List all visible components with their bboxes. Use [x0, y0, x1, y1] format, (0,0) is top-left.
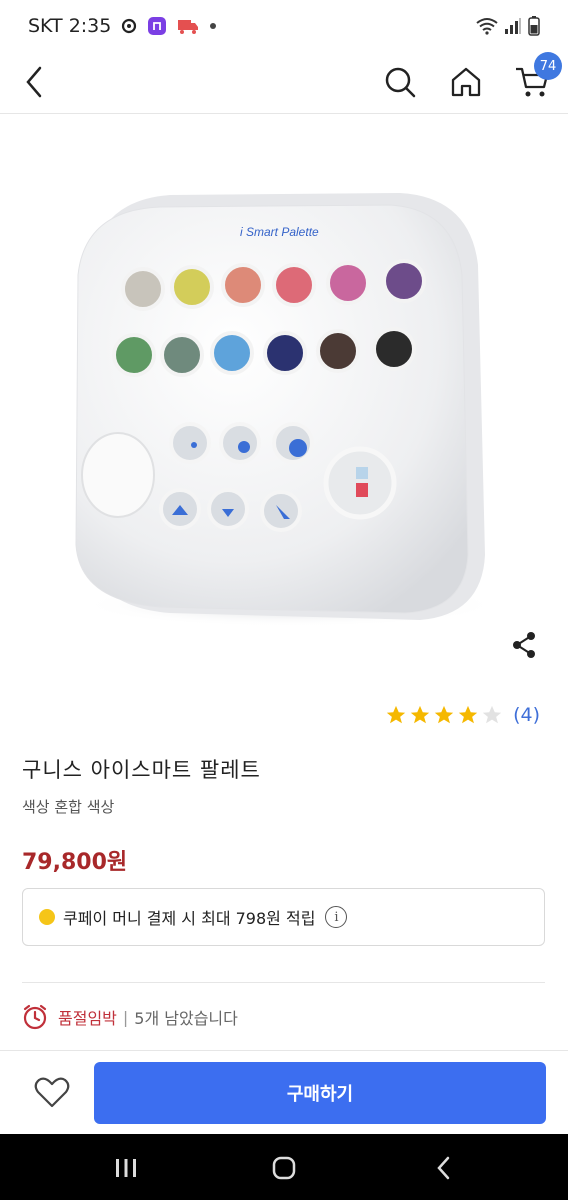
home-circle-icon	[272, 1156, 296, 1180]
star-empty-icon	[482, 705, 502, 724]
star-filled-icon	[458, 705, 478, 724]
star-filled-icon	[434, 705, 454, 724]
battery-icon	[528, 16, 540, 36]
device-brand-label: i Smart Palette	[240, 225, 319, 239]
system-navigation-bar	[0, 1134, 568, 1200]
stock-label: 품절임박	[58, 1009, 117, 1028]
home-button[interactable]	[442, 58, 490, 106]
product-option: 색상 혼합 색상	[22, 798, 115, 816]
app-notification-icon	[147, 16, 167, 36]
product-title: 구니스 아이스마트 팔레트	[22, 758, 261, 782]
coupon-text: 쿠페이 머니 결제 시 최대 798원 적립	[63, 909, 316, 928]
star-filled-icon	[386, 705, 406, 724]
buy-button[interactable]: 구매하기	[94, 1062, 546, 1124]
wifi-icon	[476, 17, 498, 35]
delivery-icon	[177, 17, 199, 35]
stock-status: 품절임박 | 5개 남았습니다	[22, 1004, 238, 1030]
bottom-action-bar: 구매하기	[0, 1050, 568, 1134]
back-chevron-icon	[437, 1156, 450, 1180]
info-icon[interactable]: i	[325, 906, 348, 928]
home-system-button[interactable]	[264, 1148, 304, 1188]
location-icon	[121, 17, 137, 35]
heart-icon	[34, 1077, 70, 1108]
star-filled-icon	[410, 705, 430, 724]
product-rating[interactable]: (4)	[385, 704, 540, 726]
coupon-banner[interactable]: 쿠페이 머니 결제 시 최대 798원 적립 i	[22, 888, 545, 946]
divider	[22, 982, 545, 983]
carrier-time: SKT 2:35	[28, 15, 112, 37]
wishlist-button[interactable]	[30, 1071, 74, 1115]
coin-icon	[39, 909, 55, 925]
search-icon	[385, 67, 416, 98]
alarm-clock-icon	[23, 1004, 47, 1030]
back-icon	[26, 66, 42, 98]
product-image[interactable]: i Smart Palette	[0, 115, 568, 685]
search-button[interactable]	[376, 58, 424, 106]
dot-icon	[209, 22, 217, 30]
stock-separator: |	[122, 1007, 129, 1027]
back-button[interactable]	[10, 58, 58, 106]
status-bar: SKT 2:35	[0, 0, 568, 52]
cart-count-badge: 74	[534, 52, 562, 80]
stock-remaining: 5개 남았습니다	[134, 1009, 238, 1028]
recent-apps-icon	[116, 1159, 136, 1177]
share-icon	[513, 632, 535, 658]
signal-icon	[504, 17, 522, 35]
app-header: 74	[0, 52, 568, 114]
home-icon	[451, 67, 481, 97]
back-system-button[interactable]	[424, 1148, 464, 1188]
recent-apps-button[interactable]	[106, 1148, 146, 1188]
share-button[interactable]	[504, 625, 544, 665]
cart-button[interactable]: 74	[508, 52, 562, 106]
review-count[interactable]: (4)	[513, 704, 540, 726]
product-price: 79,800원	[22, 850, 128, 875]
